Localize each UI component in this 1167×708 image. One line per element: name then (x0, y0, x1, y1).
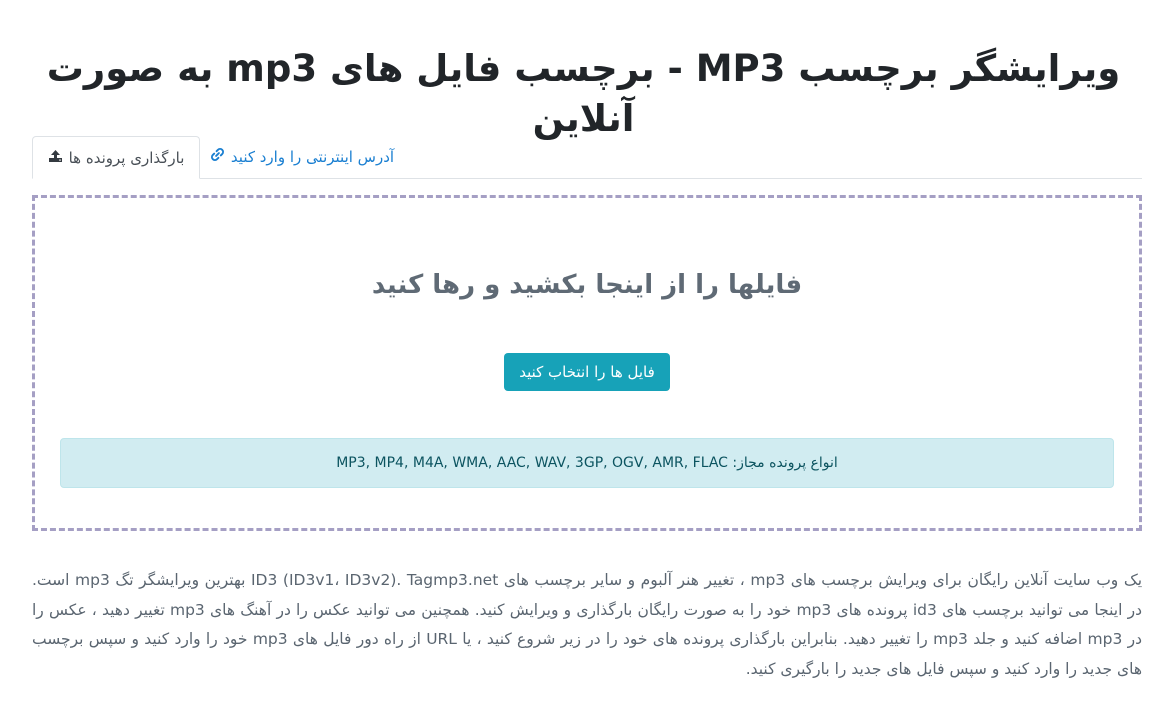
upload-icon (48, 149, 63, 167)
choose-files-button[interactable]: فایل ها را انتخاب کنید (504, 353, 670, 391)
allowed-file-types-alert: انواع پرونده مجاز: MP3, MP4, M4A, WMA, A… (60, 438, 1114, 488)
link-icon (210, 147, 225, 166)
tab-enter-url[interactable]: آدرس اینترنتی را وارد کنید (202, 136, 402, 177)
dropzone-text: فایلها را از اینجا بکشید و رها کنید (371, 270, 803, 300)
tab-bar: بارگذاری پرونده ها آدرس اینترنتی را وارد… (32, 136, 1142, 179)
page: ویرایشگر برچسب MP3 - برچسب فایل های mp3 … (0, 0, 1167, 708)
tab-url-label: آدرس اینترنتی را وارد کنید (230, 147, 395, 166)
tab-upload-files[interactable]: بارگذاری پرونده ها (32, 136, 200, 179)
tab-upload-label: بارگذاری پرونده ها (68, 148, 185, 167)
file-dropzone[interactable]: فایلها را از اینجا بکشید و رها کنید فایل… (32, 195, 1142, 531)
page-title: ویرایشگر برچسب MP3 - برچسب فایل های mp3 … (46, 47, 1121, 140)
site-description: یک وب سایت آنلاین رایگان برای ویرایش برچ… (32, 571, 1143, 678)
